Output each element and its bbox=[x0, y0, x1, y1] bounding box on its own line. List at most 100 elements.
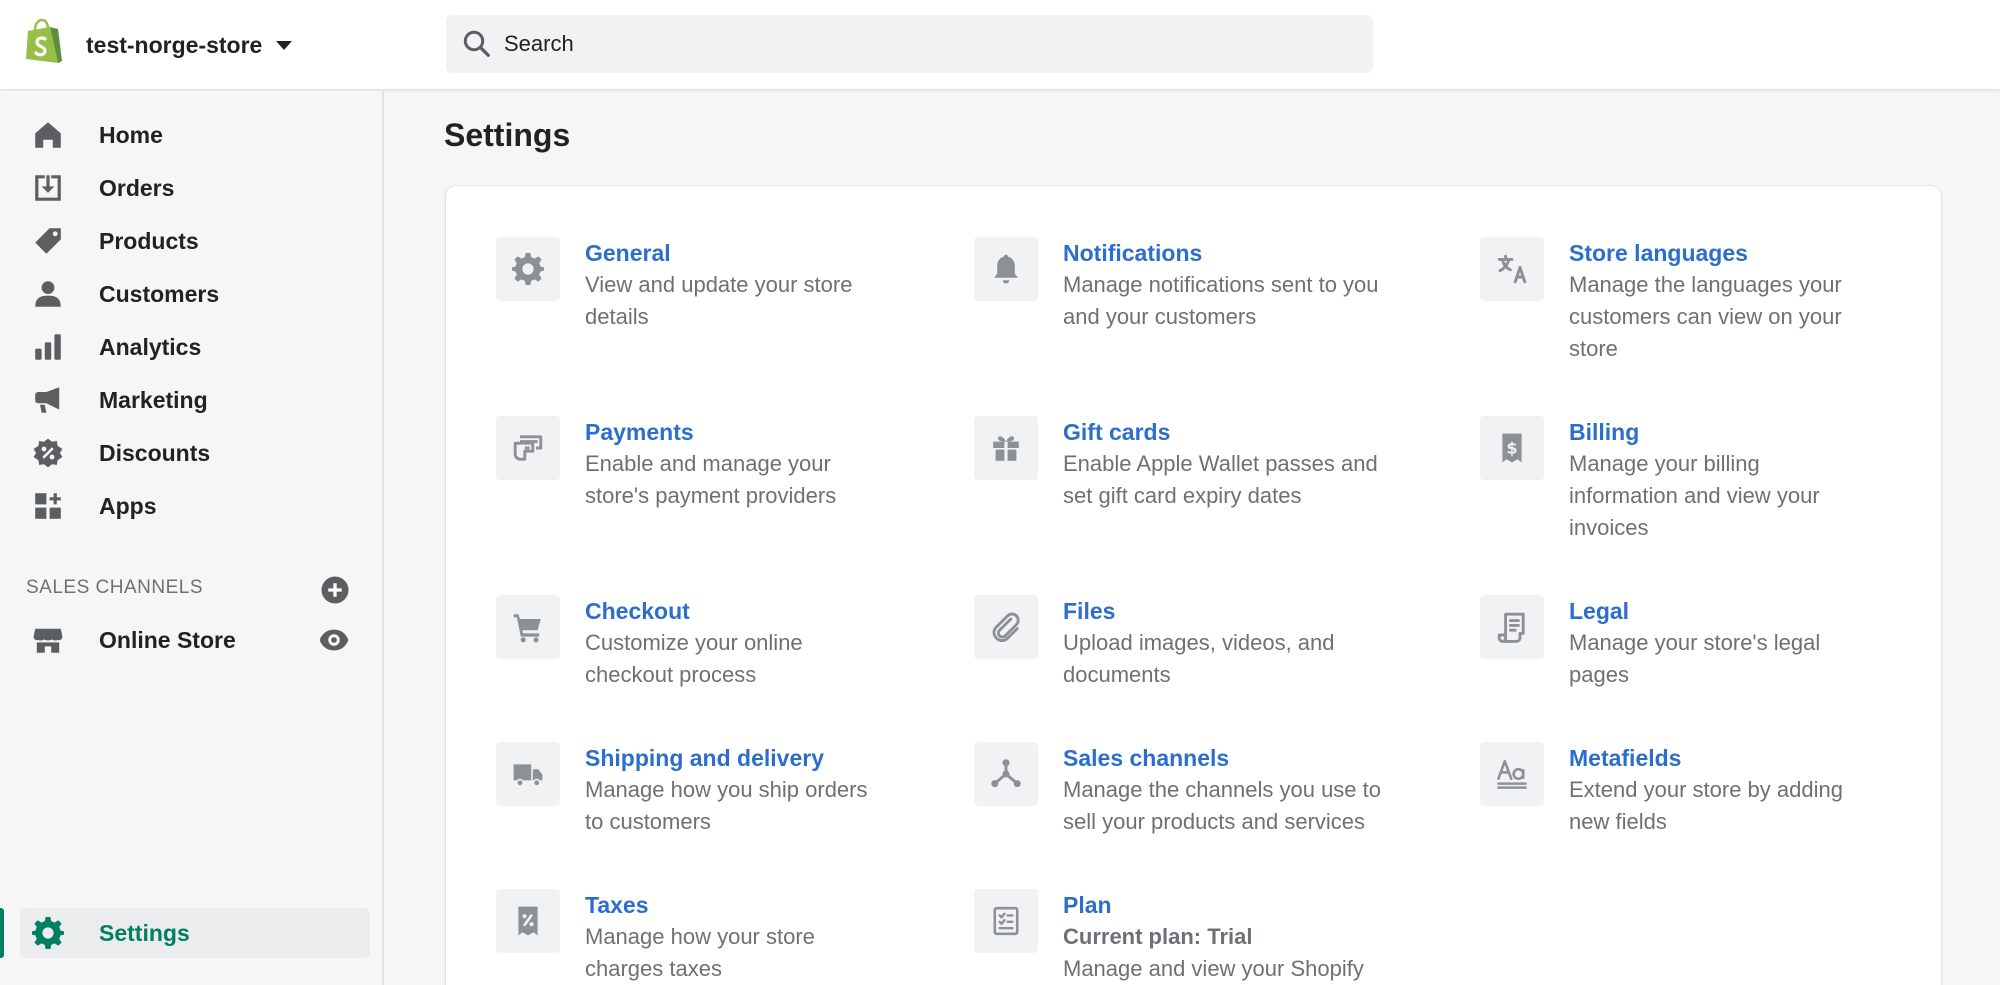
eye-icon[interactable] bbox=[318, 624, 350, 656]
sidebar-item-label: Discounts bbox=[99, 439, 211, 466]
setting-desc: Manage how your store bbox=[585, 924, 815, 949]
current-plan-label: Current plan: Trial bbox=[1063, 924, 1253, 949]
sidebar-item-label: Customers bbox=[99, 280, 220, 307]
page-title: Settings bbox=[444, 117, 571, 153]
setting-desc: customers can view on your bbox=[1569, 304, 1842, 329]
legal-scroll-icon bbox=[1480, 595, 1544, 659]
setting-desc: invoices bbox=[1569, 515, 1649, 540]
setting-desc: Manage your billing bbox=[1569, 451, 1760, 476]
setting-desc: set gift card expiry dates bbox=[1063, 483, 1302, 508]
store-icon bbox=[30, 622, 66, 658]
sidebar-item-orders[interactable]: Orders bbox=[20, 163, 370, 213]
payment-icon bbox=[496, 416, 560, 480]
setting-desc: Manage the channels you use to bbox=[1063, 777, 1382, 802]
setting-title[interactable]: Notifications bbox=[1063, 237, 1379, 269]
setting-general[interactable]: General View and update your store detai… bbox=[496, 237, 852, 333]
setting-desc: View and update your store bbox=[585, 272, 853, 297]
person-icon bbox=[30, 276, 66, 312]
sidebar-item-label: Analytics bbox=[99, 333, 202, 360]
sidebar-item-analytics[interactable]: Analytics bbox=[20, 322, 370, 372]
setting-payments[interactable]: Payments Enable and manage your store's … bbox=[496, 416, 836, 512]
setting-shipping[interactable]: Shipping and delivery Manage how you shi… bbox=[496, 742, 868, 838]
sidebar-item-label: Apps bbox=[99, 492, 157, 519]
setting-desc: Extend your store by adding bbox=[1569, 777, 1843, 802]
setting-desc: Customize your online bbox=[585, 630, 803, 655]
setting-title[interactable]: Plan bbox=[1063, 889, 1364, 921]
tax-receipt-icon bbox=[496, 889, 560, 953]
setting-desc: store's payment providers bbox=[585, 483, 837, 508]
setting-checkout[interactable]: Checkout Customize your online checkout … bbox=[496, 595, 803, 691]
setting-desc: checkout process bbox=[585, 662, 757, 687]
setting-files[interactable]: Files Upload images, videos, and documen… bbox=[974, 595, 1335, 691]
sidebar-item-label: Products bbox=[99, 227, 199, 254]
setting-title[interactable]: Legal bbox=[1569, 595, 1820, 627]
sidebar-item-settings[interactable]: Settings bbox=[20, 908, 370, 958]
setting-desc: Enable Apple Wallet passes and bbox=[1063, 451, 1378, 476]
sidebar-item-home[interactable]: Home bbox=[20, 110, 370, 160]
sidebar-item-label: Home bbox=[99, 121, 163, 148]
sidebar-item-label: Settings bbox=[99, 919, 190, 946]
svg-text:$: $ bbox=[1506, 439, 1517, 458]
search-bar[interactable] bbox=[446, 15, 1373, 73]
setting-title[interactable]: Store languages bbox=[1569, 237, 1842, 269]
sidebar-item-apps[interactable]: Apps bbox=[20, 481, 370, 531]
setting-title[interactable]: Files bbox=[1063, 595, 1335, 627]
setting-title[interactable]: Taxes bbox=[585, 889, 815, 921]
shopify-logo[interactable] bbox=[22, 19, 64, 65]
setting-desc: to customers bbox=[585, 809, 711, 834]
setting-desc: Enable and manage your bbox=[585, 451, 831, 476]
sidebar-item-marketing[interactable]: Marketing bbox=[20, 375, 370, 425]
setting-metafields[interactable]: Metafields Extend your store by adding n… bbox=[1480, 742, 1843, 838]
setting-desc: store bbox=[1569, 336, 1618, 361]
setting-desc: Manage how you ship orders bbox=[585, 777, 868, 802]
tag-icon bbox=[30, 223, 66, 259]
setting-sales-channels[interactable]: Sales channels Manage the channels you u… bbox=[974, 742, 1381, 838]
setting-title[interactable]: Metafields bbox=[1569, 742, 1843, 774]
store-name: test-norge-store bbox=[86, 31, 263, 58]
paperclip-icon bbox=[974, 595, 1038, 659]
add-circle-icon[interactable] bbox=[320, 575, 350, 605]
setting-title[interactable]: Gift cards bbox=[1063, 416, 1378, 448]
setting-taxes[interactable]: Taxes Manage how your store charges taxe… bbox=[496, 889, 815, 985]
sidebar-item-label: Online Store bbox=[99, 626, 236, 653]
setting-desc: information and view your bbox=[1569, 483, 1820, 508]
setting-desc: new fields bbox=[1569, 809, 1667, 834]
setting-desc: charges taxes bbox=[585, 956, 722, 981]
truck-icon bbox=[496, 742, 560, 806]
setting-desc: pages bbox=[1569, 662, 1629, 687]
setting-title[interactable]: Billing bbox=[1569, 416, 1820, 448]
caret-down-icon bbox=[276, 40, 293, 50]
setting-title[interactable]: Checkout bbox=[585, 595, 803, 627]
discount-icon bbox=[30, 435, 66, 471]
search-icon bbox=[463, 30, 490, 57]
sidebar-item-discounts[interactable]: Discounts bbox=[20, 428, 370, 478]
setting-desc: Manage the languages your bbox=[1569, 272, 1842, 297]
setting-title[interactable]: Sales channels bbox=[1063, 742, 1381, 774]
setting-store-languages[interactable]: Store languages Manage the languages you… bbox=[1480, 237, 1842, 365]
top-bar: test-norge-store bbox=[0, 0, 2000, 90]
gift-icon bbox=[974, 416, 1038, 480]
setting-gift-cards[interactable]: Gift cards Enable Apple Wallet passes an… bbox=[974, 416, 1378, 512]
setting-title[interactable]: Payments bbox=[585, 416, 836, 448]
store-switcher[interactable]: test-norge-store bbox=[86, 26, 293, 64]
cart-icon bbox=[496, 595, 560, 659]
search-input[interactable] bbox=[504, 31, 1304, 57]
setting-billing[interactable]: $ Billing Manage your billing informatio… bbox=[1480, 416, 1820, 544]
setting-notifications[interactable]: Notifications Manage notifications sent … bbox=[974, 237, 1379, 333]
setting-desc: documents bbox=[1063, 662, 1171, 687]
setting-title[interactable]: Shipping and delivery bbox=[585, 742, 868, 774]
setting-desc: Manage notifications sent to you bbox=[1063, 272, 1379, 297]
sidebar-item-label: Marketing bbox=[99, 386, 208, 413]
setting-legal[interactable]: Legal Manage your store's legal pages bbox=[1480, 595, 1820, 691]
sidebar-item-customers[interactable]: Customers bbox=[20, 269, 370, 319]
setting-plan[interactable]: Plan Current plan: Trial Manage and view… bbox=[974, 889, 1364, 985]
billing-receipt-icon: $ bbox=[1480, 416, 1544, 480]
plan-checklist-icon bbox=[974, 889, 1038, 953]
megaphone-icon bbox=[30, 382, 66, 418]
setting-title[interactable]: General bbox=[585, 237, 852, 269]
translate-icon bbox=[1480, 237, 1544, 301]
metafields-icon bbox=[1480, 742, 1544, 806]
sidebar-item-products[interactable]: Products bbox=[20, 216, 370, 266]
channels-icon bbox=[974, 742, 1038, 806]
setting-desc: Manage and view your Shopify bbox=[1063, 956, 1364, 981]
